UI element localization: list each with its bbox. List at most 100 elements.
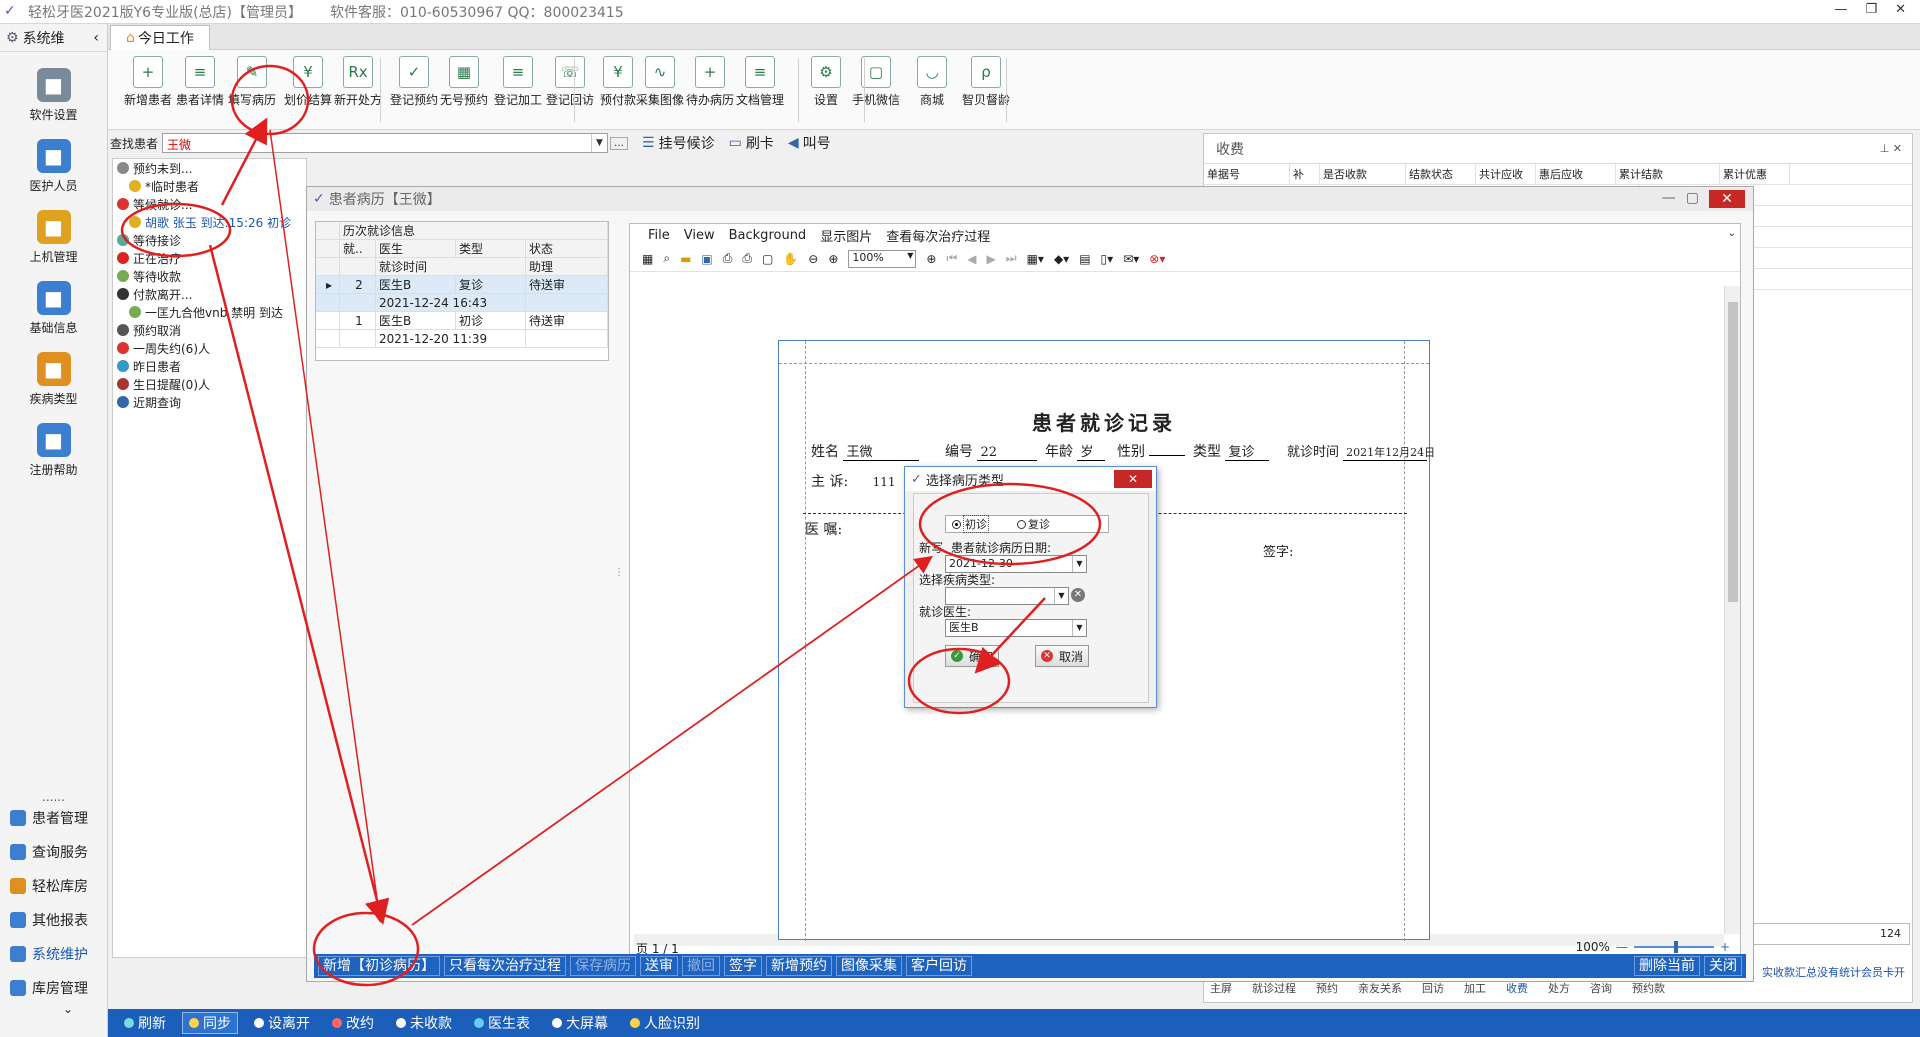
first-page-icon[interactable]: ⏮ [946,251,957,266]
fees-tab[interactable]: 加工 [1464,980,1486,1000]
maximize-button[interactable]: ▢ [1686,190,1699,208]
fees-tab[interactable]: 咨询 [1590,980,1612,1000]
chevron-left-icon[interactable]: ‹ [93,30,99,46]
nav-section-0[interactable]: 患者管理 [0,801,107,835]
status-item-1[interactable]: 同步 [182,1012,238,1034]
dialog-close-button[interactable]: ✕ [1114,470,1152,488]
queue-item[interactable]: *临时患者 [113,177,306,195]
action-button-4[interactable]: 撤回 [682,956,720,976]
minimize-button[interactable]: — [1834,2,1847,17]
queue-item[interactable]: 昨日患者 [113,357,306,375]
queue-item[interactable]: 付款离开... [113,285,306,303]
status-item-4[interactable]: 未收款 [390,1013,458,1033]
history-row[interactable]: 1 医生B 初诊 待送审 2021-12-20 11:39 [316,312,608,348]
nav-section-2[interactable]: 轻松库房 [0,869,107,903]
queue-item[interactable]: 一匡九合他vnb 禁明 到达 [113,303,306,321]
prev-page-icon[interactable]: ◀ [967,252,976,266]
search-icon[interactable]: ⌕ [663,251,670,266]
action-button-5[interactable]: 签字 [724,956,762,976]
status-item-5[interactable]: 医生表 [468,1013,536,1033]
cancel-button[interactable]: ✕ 取消 [1035,645,1089,667]
fees-footer-link[interactable]: 实收款汇总没有统计会员卡开 [1762,964,1920,980]
nav-header[interactable]: ⚙ 系统维 ‹ [0,24,107,52]
action-button-2[interactable]: 保存病历 [570,956,636,976]
close-record-button[interactable]: ✕ [1709,190,1745,208]
ok-button[interactable]: ✓ 确定 [945,645,999,667]
zoom-out-icon[interactable]: ⊖ [808,252,818,266]
layout-icon[interactable]: ▦▾ [1027,252,1044,266]
page-setup-icon[interactable]: ▢ [762,252,773,266]
nav-item-5[interactable]: ■ 注册帮助 [0,423,107,478]
restore-button[interactable]: ❐ [1865,2,1877,17]
pin-icon[interactable]: ⊥ ✕ [1880,142,1902,155]
report-menu-item[interactable]: File [648,228,670,243]
zoom-slider[interactable]: 100% — + [1576,940,1730,954]
card-button[interactable]: ▭ 刷卡 [729,133,774,153]
magnify-icon[interactable]: ⊕ [828,252,838,266]
chevron-down-icon[interactable]: ⌄ [0,1002,107,1016]
status-item-6[interactable]: 大屏幕 [546,1013,614,1033]
vertical-scrollbar[interactable] [1724,286,1740,934]
print-quick-icon[interactable]: ⎙ [742,251,752,266]
delete-current-button[interactable]: 删除当前 [1634,956,1700,976]
fees-tab[interactable]: 亲友关系 [1358,980,1402,1000]
fees-tab[interactable]: 回访 [1422,980,1444,1000]
nav-item-3[interactable]: ■ 基础信息 [0,281,107,336]
queue-item[interactable]: 生日提醒(0)人 [113,375,306,393]
fees-tab[interactable]: 主屏 [1210,980,1232,1000]
nav-section-3[interactable]: 其他报表 [0,903,107,937]
queue-item[interactable]: 等候就诊... [113,195,306,213]
queue-item[interactable]: 正在治疗 [113,249,306,267]
report-menu-item[interactable]: 显示图片 [820,226,872,245]
more-button[interactable]: … [610,136,629,150]
action-button-8[interactable]: 客户回访 [906,956,972,976]
mail-icon[interactable]: ✉▾ [1123,252,1139,266]
fees-tab[interactable]: 处方 [1548,980,1570,1000]
fill-icon[interactable]: ◆▾ [1054,252,1069,266]
radio-return-visit[interactable]: 复诊 [1017,516,1050,532]
queue-item[interactable]: 近期查询 [113,393,306,411]
queue-item[interactable]: 等待接诊 [113,231,306,249]
action-button-7[interactable]: 图像采集 [836,956,902,976]
nav-section-1[interactable]: 查询服务 [0,835,107,869]
report-menu-item[interactable]: View [684,228,715,243]
status-item-7[interactable]: 人脸识别 [624,1013,706,1033]
fees-tab[interactable]: 预约款 [1632,980,1665,1000]
tab-today-work[interactable]: ⌂ 今日工作 [110,25,210,50]
queue-button[interactable]: ☰ 挂号候诊 [642,133,715,153]
close-report-icon[interactable]: ⊗▾ [1149,252,1165,266]
queue-item[interactable]: 胡歌 张玉 到达:15:26 初诊 [113,213,306,231]
action-button-1[interactable]: 只看每次治疗过程 [444,956,566,976]
queue-item[interactable]: 等待收款 [113,267,306,285]
call-button[interactable]: ◀ 叫号 [788,133,831,153]
action-button-6[interactable]: 新增预约 [766,956,832,976]
nav-item-1[interactable]: ■ 医护人员 [0,139,107,194]
queue-item[interactable]: 预约未到... [113,159,306,177]
action-button-3[interactable]: 送审 [640,956,678,976]
status-item-0[interactable]: 刷新 [118,1013,172,1033]
hand-icon[interactable]: ✋ [783,252,798,266]
print-icon[interactable]: ⎙ [723,251,733,266]
clear-icon[interactable]: ✕ [1071,588,1085,602]
last-page-icon[interactable]: ⏭ [1006,251,1017,266]
patient-search-input[interactable]: 王微 ▼ [162,133,609,153]
chevron-down-icon[interactable]: ▼ [591,134,607,152]
open-icon[interactable]: ▬ [680,252,691,266]
toolbar-button-16[interactable]: ρ 智贝督龄 [954,56,1018,108]
nav-section-4[interactable]: 系统维护 [0,937,107,971]
fees-tab[interactable]: 预约 [1316,980,1338,1000]
report-menu-item[interactable]: 查看每次治疗过程 [886,226,990,245]
splitter-handle[interactable]: ⋮ [614,567,624,578]
queue-item[interactable]: 预约取消 [113,321,306,339]
fees-tab[interactable]: 就诊过程 [1252,980,1296,1000]
fees-tab[interactable]: 收费 [1506,980,1528,1000]
zoom-in-icon[interactable]: ⊕ [926,252,936,266]
nav-item-4[interactable]: ■ 疾病类型 [0,352,107,407]
save-icon[interactable]: ▣ [701,252,712,266]
toolbar-button-2[interactable]: ✎ 填写病历 [220,56,284,108]
toolbar-button-12[interactable]: ≡ 文档管理 [728,56,792,108]
minimize-button[interactable]: — [1662,190,1676,208]
history-row[interactable]: ▸ 2 医生B 复诊 待送审 2021-12-24 16:43 [316,276,608,312]
radio-first-visit[interactable]: 初诊 [952,515,989,533]
export-icon[interactable]: ▯▾ [1101,252,1114,266]
